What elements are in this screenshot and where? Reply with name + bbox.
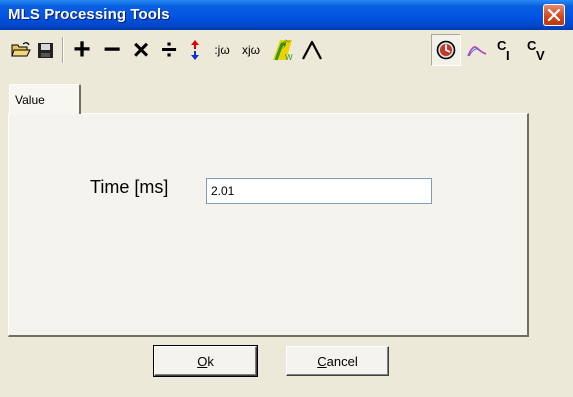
spl-weighting-icon: SPL W	[273, 38, 293, 62]
subtract-icon: −	[103, 33, 121, 66]
time-button[interactable]	[431, 34, 461, 66]
ci-icon: C I	[494, 36, 518, 64]
tab-panel	[8, 113, 529, 337]
time-clock-icon	[436, 40, 456, 60]
subtract-button[interactable]: −	[99, 33, 125, 66]
ok-button[interactable]: Ok	[153, 345, 258, 377]
cancel-button-label: ancel	[326, 353, 358, 369]
cv-icon-c: C	[527, 38, 537, 53]
multiply-jw-button[interactable]: xjω	[236, 34, 266, 66]
time-label: Time [ms]	[90, 177, 169, 197]
spl-weighting-button[interactable]: SPL W	[270, 34, 296, 66]
tab-value[interactable]: Value	[9, 84, 81, 114]
cancel-button-mnemonic: C	[317, 353, 327, 369]
close-icon	[548, 9, 560, 21]
cv-icon-v: V	[536, 48, 545, 63]
ok-button-label: k	[207, 353, 214, 369]
ci-icon-c: C	[497, 38, 507, 53]
open-button[interactable]	[10, 34, 32, 66]
smoothing-button[interactable]	[465, 34, 489, 66]
open-icon	[11, 42, 31, 57]
cv-icon: C V	[524, 36, 548, 64]
window-button[interactable]	[299, 34, 325, 66]
up-down-arrow-icon	[191, 40, 199, 60]
divide-jw-button[interactable]: :jω	[208, 34, 236, 66]
ok-button-mnemonic: O	[197, 353, 208, 369]
ci-icon-i: I	[506, 48, 510, 63]
close-button[interactable]	[543, 4, 565, 26]
add-button[interactable]: +	[69, 33, 95, 66]
window-title: MLS Processing Tools	[8, 6, 170, 23]
time-input[interactable]	[206, 178, 432, 204]
svg-text:W: W	[285, 53, 293, 62]
divide-jw-icon: :jω	[214, 43, 230, 57]
add-icon: +	[73, 33, 91, 66]
multiply-icon: ×	[132, 34, 150, 65]
smoothing-curve-icon	[467, 46, 487, 57]
multiply-button[interactable]: ×	[128, 34, 154, 66]
toolbar: + − × ÷ :jω xjω SPL W C I C V	[0, 30, 573, 70]
multiply-jw-icon: xjω	[241, 43, 261, 57]
save-button[interactable]	[34, 34, 56, 66]
divide-button[interactable]: ÷	[156, 34, 182, 66]
save-icon	[37, 42, 53, 58]
invert-button[interactable]	[185, 34, 205, 66]
cv-button[interactable]: C V	[522, 34, 550, 66]
ci-button[interactable]: C I	[493, 34, 519, 66]
divide-icon: ÷	[161, 34, 177, 65]
title-bar[interactable]: MLS Processing Tools	[0, 0, 573, 30]
window-curve-icon	[302, 40, 322, 60]
toolbar-separator	[62, 37, 64, 63]
tab-value-label: Value	[15, 93, 45, 107]
cancel-button[interactable]: Cancel	[286, 346, 389, 376]
